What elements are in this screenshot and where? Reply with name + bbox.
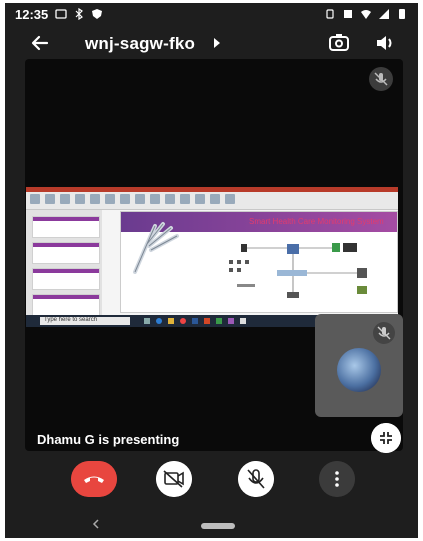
app-bar: wnj-sagw-fko <box>5 25 418 61</box>
home-pill[interactable] <box>201 523 235 529</box>
edge-icon <box>156 318 162 324</box>
slide-thumbnail <box>32 242 100 264</box>
meeting-code[interactable]: wnj-sagw-fko <box>85 34 195 54</box>
system-diagram <box>229 243 367 298</box>
status-icons-left <box>55 8 103 20</box>
end-call-button[interactable] <box>71 461 117 497</box>
slide-heading: Smart Health Care Monitoring System <box>249 217 384 226</box>
shield-icon <box>92 9 102 19</box>
app-icon <box>228 318 234 324</box>
taskbar-search: Type here to search <box>40 317 130 325</box>
avatar <box>337 348 381 392</box>
ppt-ribbon <box>26 187 398 210</box>
system-nav-bar <box>5 510 418 538</box>
minimize-icon[interactable] <box>371 423 401 453</box>
slide-thumbnail <box>32 294 100 316</box>
word-icon <box>192 318 198 324</box>
taskview-icon <box>144 318 150 324</box>
status-bar: 12:35 <box>5 3 418 25</box>
switch-camera-icon[interactable] <box>327 31 351 55</box>
mic-off-icon <box>369 67 393 91</box>
robot-hand-image <box>133 222 179 274</box>
powerpoint-icon <box>204 318 210 324</box>
camera-off-button[interactable] <box>156 461 192 497</box>
current-slide: Smart Health Care Monitoring System <box>120 211 398 313</box>
more-options-button[interactable] <box>319 461 355 497</box>
app-icon <box>240 318 246 324</box>
folder-icon <box>168 318 174 324</box>
ppt-title-bar <box>26 187 398 192</box>
slide-thumbnail <box>32 268 100 290</box>
call-controls <box>5 461 418 501</box>
bluetooth-icon <box>75 8 83 20</box>
cast-icon <box>55 9 67 19</box>
signal-icon <box>379 9 389 19</box>
caret-right-icon[interactable] <box>212 37 222 49</box>
self-view-tile[interactable] <box>315 314 403 417</box>
battery-icon <box>399 9 405 19</box>
presenter-label: Dhamu G is presenting <box>37 432 180 447</box>
status-icons-right <box>324 8 408 20</box>
shared-screen: Smart Health Care Monitoring System Type… <box>26 187 398 327</box>
mic-off-button[interactable] <box>238 461 274 497</box>
wifi-icon <box>361 10 371 19</box>
sim-card-icon <box>344 10 352 18</box>
ppt-toolbar <box>30 194 394 207</box>
slide-thumbnail <box>32 216 100 238</box>
status-time: 12:35 <box>15 7 49 22</box>
taskbar-search-text: Type here to search <box>44 317 98 323</box>
slide-thumbnails <box>26 210 102 316</box>
app-icon <box>216 318 222 324</box>
meet-app-screen: 12:35 wnj-sagw-fko Smart Health Care Mon… <box>5 3 418 538</box>
nav-back-icon[interactable] <box>91 518 101 530</box>
mic-off-icon <box>373 322 395 344</box>
chrome-icon <box>180 318 186 324</box>
vibrate-icon <box>326 9 334 19</box>
speaker-icon[interactable] <box>373 31 397 55</box>
back-arrow-icon[interactable] <box>27 30 53 56</box>
